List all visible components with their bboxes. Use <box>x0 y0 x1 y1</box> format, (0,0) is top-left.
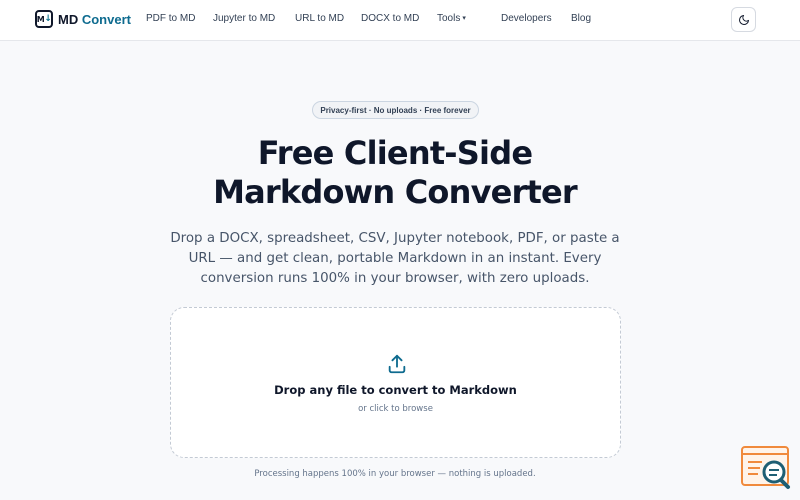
moon-icon <box>738 14 749 25</box>
nav-link-url-to-md[interactable]: URL to MD <box>295 13 344 24</box>
dropzone-title: Drop any file to convert to Markdown <box>274 383 517 397</box>
page-title: Free Client-Side Markdown Converter <box>0 134 790 212</box>
nav-link-pdf-to-md[interactable]: PDF to MD <box>146 13 195 24</box>
nav-link-jupyter-to-md[interactable]: Jupyter to MD <box>213 13 275 24</box>
nav-menu-tools[interactable]: Tools ▾ <box>437 13 466 24</box>
logo-text-accent: Convert <box>81 11 131 27</box>
top-navbar: M ↓ MD Convert PDF to MD Jupyter to MD UR… <box>0 0 800 41</box>
logo-mark-icon: M ↓ <box>35 10 53 28</box>
logo-text-main: MD <box>58 11 79 27</box>
theme-toggle-button[interactable] <box>731 7 756 32</box>
hero-subtitle: Drop a DOCX, spreadsheet, CSV, Jupyter n… <box>170 231 620 286</box>
help-search-widget-icon[interactable] <box>740 445 792 490</box>
page-title-line-1: Free Client-Side <box>257 134 533 172</box>
nav-link-docx-to-md[interactable]: DOCX to MD <box>361 13 419 24</box>
privacy-badge: Privacy-first · No uploads · Free foreve… <box>312 101 479 119</box>
page-title-line-2: Markdown Converter <box>213 173 578 211</box>
privacy-footnote: Processing happens 100% in your browser … <box>254 469 536 479</box>
nav-link-developers[interactable]: Developers <box>501 13 552 24</box>
nav-link-blog[interactable]: Blog <box>571 13 591 24</box>
dropzone-browse-hint: or click to browse <box>358 404 433 414</box>
logo-mark-letter: M <box>36 14 45 24</box>
logo-link[interactable]: M ↓ MD Convert <box>35 10 131 28</box>
file-dropzone[interactable]: Drop any file to convert to Markdown or … <box>170 307 621 458</box>
upload-icon <box>388 354 406 374</box>
chevron-down-icon: ▾ <box>462 15 466 22</box>
logo-text: MD Convert <box>58 12 131 27</box>
logo-mark-arrow: ↓ <box>44 14 52 24</box>
nav-menu-tools-label: Tools <box>437 13 461 24</box>
